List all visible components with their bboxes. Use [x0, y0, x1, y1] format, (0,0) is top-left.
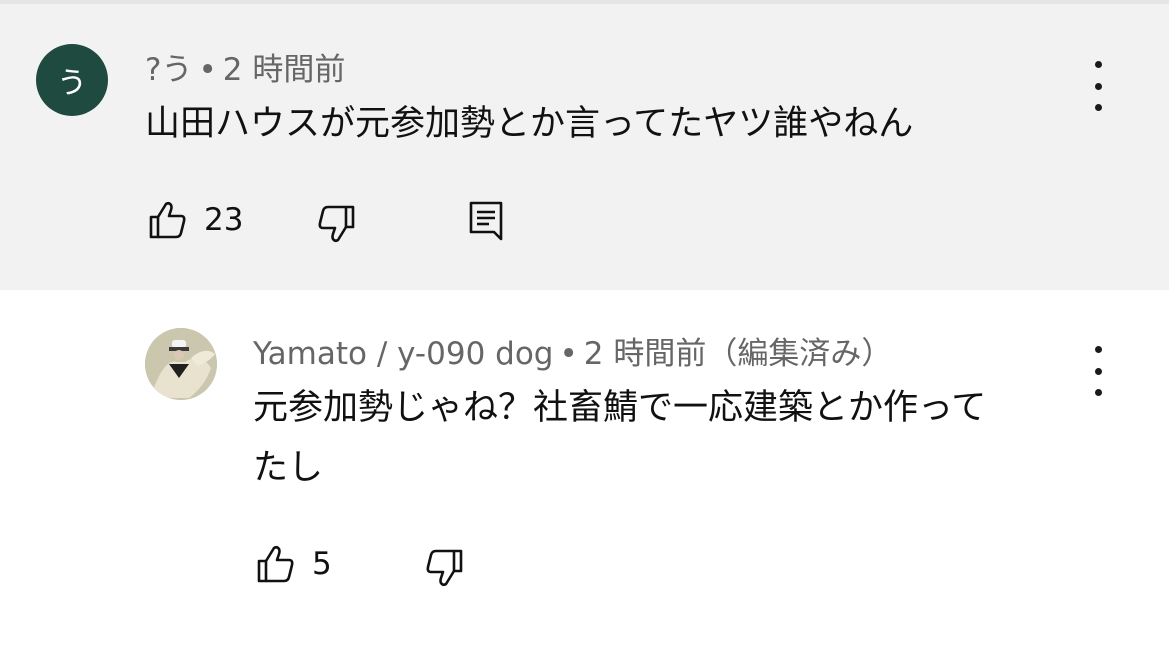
author-name[interactable]: ?う [145, 52, 192, 88]
like-button[interactable]: 23 [148, 200, 243, 240]
comment-meta: Yamato / y-090 dog • 2 時間前（編集済み） [253, 328, 892, 373]
like-count: 23 [204, 202, 244, 238]
meta-separator: • [198, 52, 217, 88]
comment-meta: ?う • 2 時間前 [145, 44, 345, 89]
reply-icon [469, 201, 503, 241]
dislike-button[interactable] [316, 204, 356, 244]
comment-text-line-2: たし [253, 448, 324, 488]
like-button[interactable]: 5 [256, 544, 332, 584]
reply-button[interactable] [468, 200, 504, 242]
thumbs-down-icon [426, 549, 463, 587]
comment-time: 2 時間前（編集済み） [583, 336, 893, 372]
meta-separator: • [559, 336, 578, 372]
avatar[interactable]: う [36, 44, 108, 116]
like-count: 5 [312, 546, 332, 582]
more-vert-icon[interactable] [1083, 61, 1113, 111]
author-name[interactable]: Yamato / y-090 dog [253, 336, 553, 372]
avatar-letter: う [57, 66, 87, 101]
avatar[interactable] [145, 328, 217, 400]
comment-thread-2: Yamato / y-090 dog • 2 時間前（編集済み） 元参加勢じゃね？社… [0, 290, 1169, 670]
avatar-image [145, 328, 217, 400]
thumbs-up-icon [149, 201, 186, 239]
comment-text: 山田ハウスが元参加勢とか言ってたヤツ誰やねん [145, 104, 914, 144]
comment-thread-1: う ?う • 2 時間前 山田ハウスが元参加勢とか言ってたヤツ誰やねん 23 [0, 0, 1169, 290]
comments-screen: う ?う • 2 時間前 山田ハウスが元参加勢とか言ってたヤツ誰やねん 23 Y… [0, 0, 1169, 670]
thumbs-down-icon [318, 205, 355, 243]
more-vert-icon[interactable] [1083, 346, 1113, 396]
comment-time: 2 時間前 [222, 52, 346, 88]
thumbs-up-icon [257, 545, 294, 583]
dislike-button[interactable] [424, 548, 464, 588]
comment-text-line-1: 元参加勢じゃね？社畜鯖で一応建築とか作って [253, 388, 987, 428]
